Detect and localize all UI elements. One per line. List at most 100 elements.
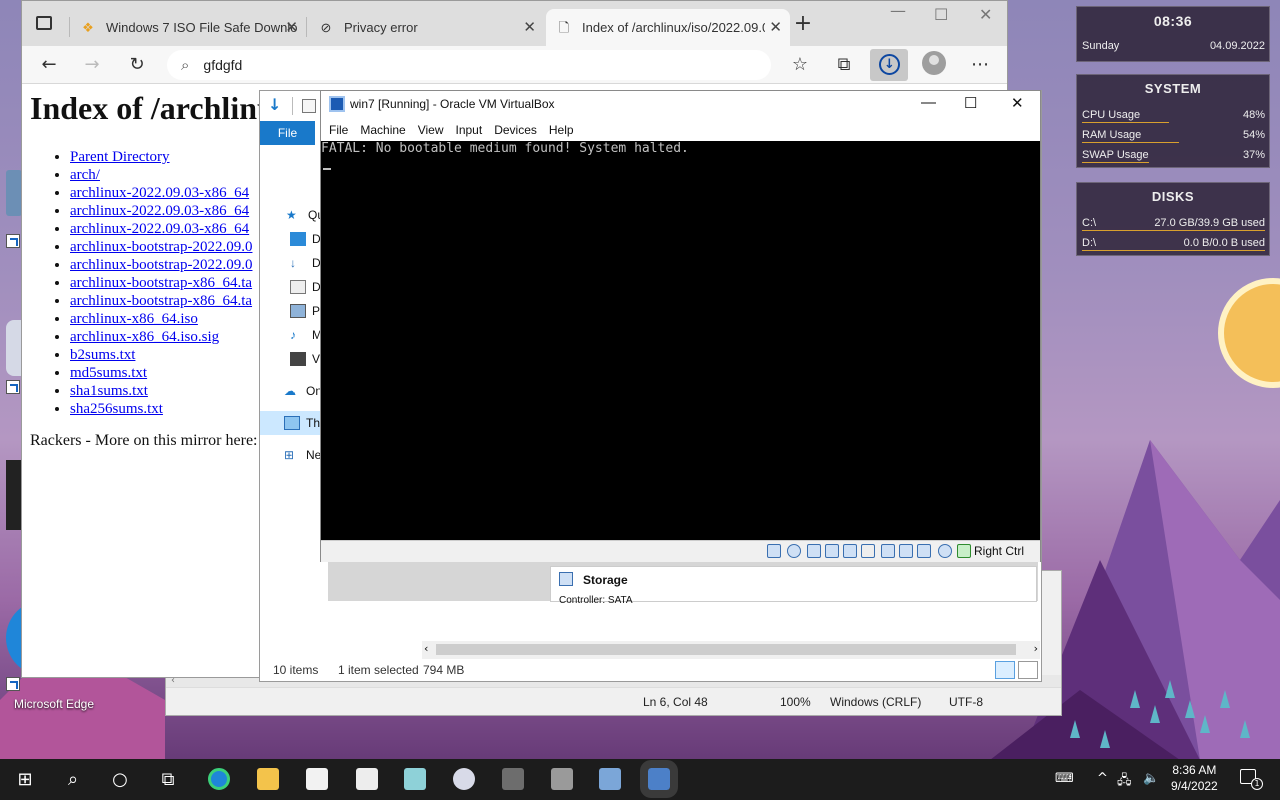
close-tab-icon[interactable]: ✕ (285, 18, 298, 36)
file-link[interactable]: archlinux-bootstrap-x86_64.ta (70, 275, 252, 291)
address-bar[interactable]: ⌕ gfdgfd (167, 50, 771, 80)
notepad-taskbar-icon[interactable] (404, 768, 426, 790)
action-center-icon[interactable]: 1 (1240, 769, 1263, 790)
scroll-thumb[interactable] (436, 644, 1016, 655)
file-link[interactable]: Parent Directory (70, 149, 170, 165)
details-view-button[interactable] (995, 661, 1015, 679)
cortana-icon[interactable]: ○ (105, 765, 135, 795)
nav-item-onedrive[interactable]: ☁ On (284, 381, 322, 401)
maximize-icon[interactable]: ☐ (934, 5, 948, 24)
cpu-icon[interactable] (938, 544, 952, 558)
nav-item-quick-access[interactable]: ★ Qu (286, 205, 324, 225)
menu-file[interactable]: File (321, 119, 348, 141)
favorites-icon[interactable]: ☆ (786, 52, 814, 78)
nav-item-documents[interactable]: D (290, 277, 321, 297)
file-link[interactable]: sha256sums.txt (70, 401, 163, 417)
usb-icon[interactable] (843, 544, 857, 558)
app-taskbar-icon[interactable] (551, 768, 573, 790)
optical-drive-icon[interactable] (787, 544, 801, 558)
file-link[interactable]: archlinux-x86_64.iso.sig (70, 329, 219, 345)
audio-icon[interactable] (807, 544, 821, 558)
mail-taskbar-icon[interactable] (356, 768, 378, 790)
file-link[interactable]: arch/ (70, 167, 100, 183)
edge-taskbar-icon[interactable] (208, 768, 230, 790)
file-explorer-taskbar-icon[interactable] (257, 768, 279, 790)
tab-privacy-error[interactable]: ⊘ Privacy error ✕ (308, 9, 544, 46)
menu-devices[interactable]: Devices (486, 119, 537, 141)
mouse-integration-icon[interactable] (957, 544, 971, 558)
downloads-button[interactable]: ↓ (870, 49, 908, 81)
file-link[interactable]: sha1sums.txt (70, 383, 148, 399)
shared-folders-icon[interactable] (861, 544, 875, 558)
file-link[interactable]: md5sums.txt (70, 365, 147, 381)
app-taskbar-icon[interactable] (502, 768, 524, 790)
store-taskbar-icon[interactable] (306, 768, 328, 790)
refresh-icon[interactable]: ↻ (123, 52, 151, 78)
tab-actions-icon[interactable] (36, 16, 52, 30)
virtualbox-taskbar-icon[interactable] (599, 768, 621, 790)
edge-desktop-label[interactable]: Microsoft Edge (14, 697, 94, 711)
nav-item-downloads[interactable]: ↓ D (290, 253, 321, 273)
hscrollbar[interactable]: ‹ › (422, 641, 1040, 659)
recording-icon[interactable] (917, 544, 931, 558)
maximize-icon[interactable]: ☐ (964, 94, 977, 112)
keyboard-icon[interactable]: ⌨ (1055, 771, 1074, 786)
menu-machine[interactable]: Machine (352, 119, 405, 141)
nav-item-this-pc[interactable]: Thi (284, 413, 323, 433)
scroll-right-arrow-icon[interactable]: › (1034, 642, 1038, 655)
desktop-icon-partial[interactable] (6, 460, 22, 530)
collections-icon[interactable]: ⧉ (830, 52, 858, 78)
file-link[interactable]: b2sums.txt (70, 347, 135, 363)
show-hidden-icons-icon[interactable]: ^ (1097, 771, 1108, 786)
start-button[interactable]: ⊞ (10, 765, 40, 795)
file-link[interactable]: archlinux-2022.09.03-x86_64 (70, 185, 249, 201)
nav-item-network[interactable]: ⊞ Ne (284, 445, 321, 465)
vm-taskbar-icon[interactable] (640, 760, 678, 798)
task-view-icon[interactable]: ⧉ (153, 765, 183, 795)
search-icon[interactable]: ⌕ (58, 765, 88, 795)
close-tab-icon[interactable]: ✕ (523, 18, 536, 36)
nav-item-videos[interactable]: V (290, 349, 320, 369)
network-status-icon[interactable]: 🖧 (1117, 771, 1132, 793)
forward-arrow-icon[interactable]: → (78, 52, 106, 78)
more-menu-icon[interactable]: ⋯ (966, 52, 994, 78)
video-capture-icon[interactable] (899, 544, 913, 558)
taskbar-clock[interactable]: 8:36 AM 9/4/2022 (1171, 762, 1218, 794)
minimize-icon[interactable]: — (921, 94, 936, 111)
file-link[interactable]: archlinux-2022.09.03-x86_64 (70, 221, 249, 237)
minimize-icon[interactable]: — (890, 1, 906, 20)
network-adapter-icon[interactable] (825, 544, 839, 558)
tab-archlinux-index[interactable]: 🗋 Index of /archlinux/iso/2022.09.0 ✕ (546, 9, 790, 46)
file-tab[interactable]: File (260, 121, 315, 145)
profile-avatar[interactable] (922, 51, 946, 75)
file-link[interactable]: archlinux-x86_64.iso (70, 311, 198, 327)
volume-icon[interactable]: 🔈 (1143, 771, 1159, 786)
vm-display[interactable]: FATAL: No bootable medium found! System … (321, 141, 1040, 540)
tab-windows7-iso[interactable]: ❖ Windows 7 ISO File Safe Downlo ✕ (70, 9, 306, 46)
file-link[interactable]: archlinux-2022.09.03-x86_64 (70, 203, 249, 219)
close-tab-icon[interactable]: ✕ (765, 18, 782, 36)
download-arrow-icon[interactable]: ↓ (268, 95, 281, 114)
hard-disk-icon[interactable] (767, 544, 781, 558)
scroll-left-arrow-icon[interactable]: ‹ (424, 642, 428, 655)
nav-item-pictures[interactable]: P (290, 301, 320, 321)
back-arrow-icon[interactable]: ← (35, 52, 63, 78)
display-icon[interactable] (881, 544, 895, 558)
virtualbox-vm-window[interactable]: win7 [Running] - Oracle VM VirtualBox — … (320, 90, 1041, 562)
file-link[interactable]: archlinux-bootstrap-x86_64.ta (70, 293, 252, 309)
file-link[interactable]: archlinux-bootstrap-2022.09.0 (70, 257, 252, 273)
nav-item-desktop[interactable]: D (290, 229, 321, 249)
properties-icon[interactable] (302, 99, 316, 113)
desktop-icon-partial[interactable] (6, 170, 22, 216)
file-link[interactable]: archlinux-bootstrap-2022.09.0 (70, 239, 252, 255)
new-tab-button[interactable]: + (788, 9, 818, 39)
close-icon[interactable]: ✕ (1011, 94, 1024, 112)
menu-input[interactable]: Input (448, 119, 483, 141)
menu-view[interactable]: View (410, 119, 444, 141)
nav-item-music[interactable]: ♪ M (290, 325, 322, 345)
address-input[interactable]: gfdgfd (203, 57, 242, 73)
close-icon[interactable]: ✕ (979, 5, 992, 24)
menu-help[interactable]: Help (541, 119, 574, 141)
desktop-icon-partial[interactable] (6, 320, 22, 376)
large-icons-view-button[interactable] (1018, 661, 1038, 679)
